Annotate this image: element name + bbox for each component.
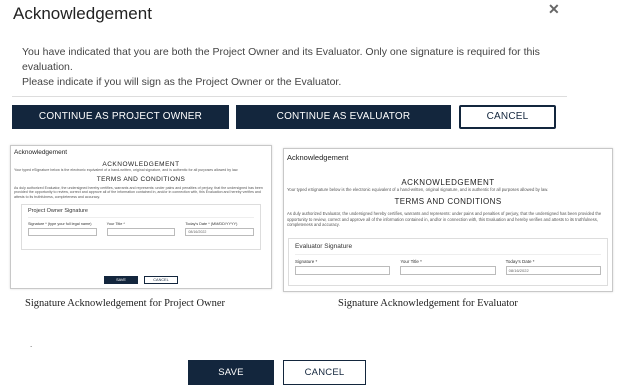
preview-terms-text: As duly authorized Evaluator, the unders… [14,185,263,199]
preview-cancel-button: CANCEL [144,276,178,284]
message-line-2: Please indicate if you will sign as the … [22,76,342,88]
date-input: 08/16/2022 [505,265,601,275]
evaluator-preview-caption: Signature Acknowledgement for Evaluator [338,298,518,309]
title-field: Your Title * [400,258,496,275]
continue-as-evaluator-button[interactable]: CONTINUE AS EVALUATOR [236,105,451,129]
signature-input [295,265,391,275]
footer-cancel-button[interactable]: CANCEL [283,360,366,385]
panel-title: Project Owner Signature [28,208,254,218]
evaluator-acknowledgement-preview: Acknowledgement ACKNOWLEDGEMENT Your typ… [283,148,613,292]
preview-terms-text: As duly authorized Evaluator, the unders… [287,211,602,228]
preview-terms-heading: TERMS AND CONDITIONS [96,175,186,183]
preview-heading: ACKNOWLEDGEMENT [102,161,180,168]
field-label: Your Title * [106,222,125,226]
preview-terms-heading: TERMS AND CONDITIONS [394,197,502,207]
owner-acknowledgement-preview: Acknowledgement ACKNOWLEDGEMENT Your typ… [10,145,272,289]
signature-input [28,228,97,236]
signature-field: Signature * [295,258,391,275]
owner-signature-panel: Project Owner Signature Signature * (typ… [21,204,261,250]
cancel-button[interactable]: CANCEL [459,105,556,129]
field-label: Your Title * [400,258,422,264]
preview-esig-text: Your typed eSignature below is the elect… [14,168,239,172]
field-label: Today's Date * [505,258,535,264]
continue-as-project-owner-button[interactable]: CONTINUE AS PROJECT OWNER [12,105,229,129]
stray-dot: . [30,340,33,349]
preview-esig-text: Your typed eSignature below is the elect… [287,187,549,192]
field-label: Signature * [295,258,318,264]
divider [12,96,567,97]
field-label: Today's Date * (MM/DD/YYYY) [185,222,238,226]
field-label: Signature * (type your full legal name) [28,222,92,226]
date-input: 08/16/2022 [185,228,255,236]
preview-heading: ACKNOWLEDGEMENT [401,178,495,187]
panel-title: Evaluator Signature [295,243,601,255]
preview-header: Acknowledgement [287,153,349,162]
evaluator-signature-panel: Evaluator Signature Signature * Your Tit… [288,237,608,286]
date-field: Today's Date * (MM/DD/YYYY) 08/16/2022 [185,222,255,236]
signature-field: Signature * (type your full legal name) [28,222,97,236]
owner-preview-caption: Signature Acknowledgement for Project Ow… [25,298,226,309]
save-button[interactable]: SAVE [188,360,274,385]
message-line-1: You have indicated that you are both the… [22,46,540,73]
date-field: Today's Date * 08/16/2022 [505,258,601,275]
preview-save-button: SAVE [104,276,138,284]
dialog-title: Acknowledgement [13,4,152,23]
close-icon[interactable]: ✕ [548,1,560,18]
title-field: Your Title * [106,222,176,236]
title-input [400,265,496,275]
preview-header: Acknowledgement [14,149,68,156]
dialog-message: You have indicated that you are both the… [22,45,582,90]
title-input [106,228,176,236]
